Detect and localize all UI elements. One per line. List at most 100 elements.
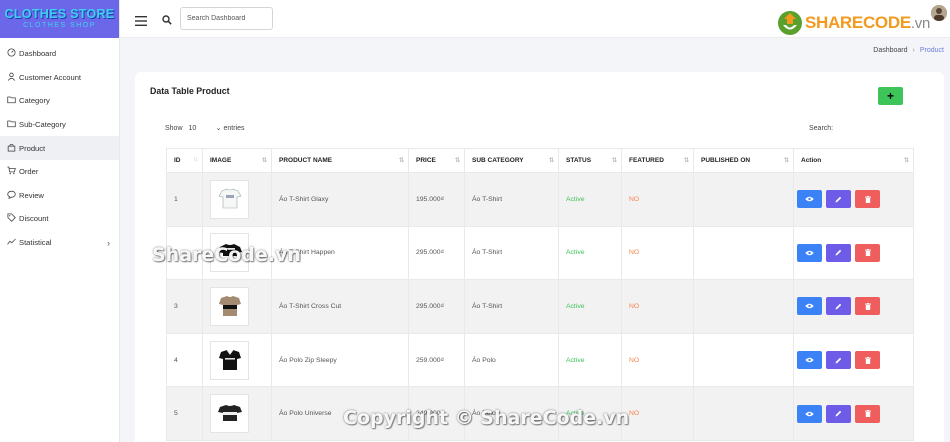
- sidebar: CLOTHES STORE CLOTHES SHOP Dashboard Cust…: [0, 0, 120, 442]
- cell-product-name: Áo Polo Universe: [272, 387, 409, 440]
- cell-status-text: Active: [566, 302, 585, 310]
- cell-product-name: Áo T-Shirt Happen: [272, 226, 409, 280]
- breadcrumb-home[interactable]: Dashboard: [873, 47, 907, 54]
- cell-sub-category: Áo T-Shirt: [465, 226, 559, 280]
- cell-price-text: 195.000₫: [416, 195, 445, 203]
- table-row: 5 Áo Polo Universe 249.000₫ Áo Polo Active NO: [166, 387, 914, 441]
- eye-icon: [805, 250, 814, 256]
- cell-image: [203, 387, 272, 440]
- cell-action: [794, 333, 914, 387]
- view-button[interactable]: [797, 351, 822, 370]
- sidebar-item-label: Dashboard: [19, 49, 57, 59]
- header-col-featured[interactable]: FEATURED ⇅: [622, 149, 694, 172]
- cell-price-text: 295.000₫: [416, 302, 445, 310]
- sidebar-item-statistical[interactable]: Statistical ›: [0, 231, 119, 255]
- add-product-button[interactable]: +: [878, 87, 903, 105]
- cell-price-text: 259.000₫: [416, 356, 445, 364]
- product-thumbnail: [210, 179, 249, 219]
- trash-icon: [864, 356, 871, 364]
- sidebar-item-review[interactable]: Review: [0, 184, 119, 208]
- header-label: FEATURED: [629, 157, 664, 164]
- edit-button[interactable]: [826, 190, 851, 209]
- sidebar-item-order[interactable]: Order: [0, 160, 119, 184]
- cell-id: 1: [166, 173, 203, 226]
- pencil-icon: [835, 196, 842, 203]
- sidebar-item-label: Product: [19, 143, 46, 153]
- sidebar-item-label: Statistical: [19, 238, 52, 248]
- header-col-sub-category[interactable]: SUB CATEGORY ⇅: [465, 149, 559, 172]
- view-button[interactable]: [797, 297, 822, 316]
- trash-icon: [864, 302, 871, 310]
- folder-icon: [7, 119, 19, 130]
- cell-price: 259.000₫: [409, 333, 465, 387]
- cell-status: Active: [559, 173, 622, 226]
- cell-featured-text: NO: [629, 356, 640, 364]
- header-col-product-name[interactable]: PRODUCT NAME ⇅: [272, 149, 409, 172]
- cell-id-text: 5: [174, 410, 178, 418]
- sidebar-item-dashboard[interactable]: Dashboard: [0, 42, 119, 66]
- header-col-published-on[interactable]: PUBLISHED ON ⇅: [694, 149, 794, 172]
- delete-button[interactable]: [855, 190, 880, 209]
- delete-button[interactable]: [855, 351, 880, 370]
- edit-button[interactable]: [826, 297, 851, 316]
- header-col-action[interactable]: Action ⇅: [794, 149, 914, 172]
- cell-price: 295.000₫: [409, 226, 465, 280]
- hamburger-menu-icon[interactable]: [135, 13, 147, 31]
- cell-featured-text: NO: [629, 302, 640, 310]
- chevron-down-icon: ⌄: [215, 125, 222, 132]
- sidebar-item-sub-category[interactable]: Sub-Category: [0, 113, 119, 137]
- cell-product-name-text: Áo T-Shirt Cross Cut: [279, 302, 342, 310]
- header-col-status[interactable]: STATUS ⇅: [559, 149, 622, 172]
- header-col-id[interactable]: ID ↑↓: [166, 149, 203, 172]
- header-col-price[interactable]: PRICE ⇅: [409, 149, 465, 172]
- cell-sub-category-text: Áo T-Shirt: [472, 195, 503, 203]
- sidebar-item-label: Order: [19, 167, 39, 177]
- cell-id-text: 2: [174, 249, 178, 257]
- delete-button[interactable]: [855, 243, 880, 262]
- product-table: ID ↑↓ IMAGE ⇅ PRODUCT NAME ⇅ PRICE ⇅ SUB CATEGOR…: [166, 148, 914, 441]
- eye-icon: [805, 197, 814, 202]
- sidebar-item-label: Customer Account: [19, 72, 82, 82]
- cell-image: [203, 333, 272, 387]
- header-label: PRODUCT NAME: [279, 157, 333, 164]
- sidebar-item-discount[interactable]: Discount: [0, 207, 119, 231]
- cell-status-text: Active: [566, 195, 585, 203]
- edit-button[interactable]: [826, 351, 851, 370]
- cell-id: 4: [166, 333, 203, 387]
- length-select[interactable]: 10 ⌄: [189, 124, 222, 133]
- cell-product-name: Áo Polo Zip Sleepy: [272, 333, 409, 387]
- sidebar-item-customer-account[interactable]: Customer Account: [0, 66, 119, 90]
- action-buttons: [797, 243, 880, 262]
- sidebar-item-category[interactable]: Category: [0, 89, 119, 113]
- sort-icon: ↑↓: [193, 157, 198, 163]
- product-thumbnail: [210, 286, 249, 326]
- avatar[interactable]: [931, 5, 947, 21]
- sort-icon: ⇅: [611, 158, 617, 164]
- pencil-icon: [835, 250, 842, 256]
- delete-button[interactable]: [855, 404, 880, 423]
- header-label: Action: [801, 157, 822, 164]
- view-button[interactable]: [797, 404, 822, 423]
- pencil-icon: [835, 410, 842, 417]
- edit-button[interactable]: [826, 404, 851, 423]
- edit-button[interactable]: [826, 243, 851, 262]
- trash-icon: [864, 410, 871, 418]
- cell-product-name-text: Áo Polo Zip Sleepy: [279, 356, 337, 364]
- sidebar-item-product[interactable]: Product: [0, 136, 119, 160]
- delete-button[interactable]: [855, 297, 880, 316]
- cell-published-on: [694, 226, 794, 280]
- action-buttons: [797, 404, 880, 423]
- header-col-image[interactable]: IMAGE ⇅: [203, 149, 272, 172]
- search-icon[interactable]: [162, 12, 172, 30]
- view-button[interactable]: [797, 190, 822, 209]
- bag-icon: [7, 143, 19, 154]
- breadcrumb-chevron-icon: ›: [912, 47, 915, 54]
- search-input[interactable]: [180, 7, 273, 30]
- brand-logo[interactable]: CLOTHES STORE CLOTHES SHOP: [0, 0, 119, 38]
- sort-icon: ⇅: [261, 158, 267, 164]
- view-button[interactable]: [797, 243, 822, 262]
- brand-line1: CLOTHES STORE: [4, 7, 115, 21]
- chart-line-icon: [7, 237, 19, 248]
- cell-sub-category-text: Áo T-Shirt: [472, 302, 503, 310]
- sharecode-brand: SHARECODE: [804, 13, 911, 32]
